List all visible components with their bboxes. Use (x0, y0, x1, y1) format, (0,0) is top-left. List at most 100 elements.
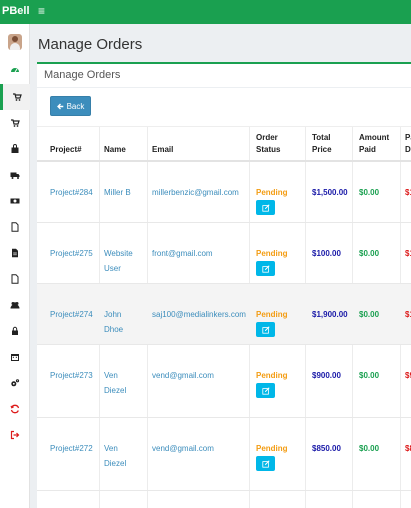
edit-icon (261, 459, 270, 468)
table-row: Project#284 Miller B millerbenzic@gmail.… (37, 162, 411, 223)
column-header-amount-paid-line1: Amount (359, 133, 390, 142)
amount-paid: $0.00 (359, 310, 380, 319)
customer-name: Ven Diezel (104, 441, 126, 471)
edit-status-button[interactable] (256, 261, 275, 276)
customer-name-line1: John (104, 310, 122, 319)
column-header-order-status-line1: Order (256, 133, 278, 142)
column-header-project[interactable]: Project# (50, 144, 82, 156)
customer-name: Website User (104, 246, 133, 276)
column-header-total-price-line2: Price (312, 145, 332, 154)
column-header-amount-paid-line2: Paid (359, 145, 376, 154)
top-navbar: PBell ≡ (0, 0, 411, 24)
partial-due: $9 (405, 371, 411, 380)
customer-name-line1: Miller B (104, 188, 131, 197)
avatar[interactable] (8, 34, 22, 50)
table-row: Project#272 Ven Diezel vend@gmail.com Pe… (37, 418, 411, 491)
amount-paid: $0.00 (359, 371, 380, 380)
truck-icon[interactable] (0, 162, 30, 188)
orders-panel: Manage Orders Back Project# Name Email O… (37, 62, 411, 508)
status-badge: Pending (256, 188, 288, 197)
page-title: Manage Orders (38, 36, 143, 53)
customer-name: Ven Diezel (104, 368, 126, 398)
customer-name: Miller B (104, 185, 131, 200)
customer-name: John Dhoe (104, 307, 123, 337)
total-price: $1,900.00 (312, 310, 348, 319)
total-price: $100.00 (312, 249, 341, 258)
back-button[interactable]: Back (50, 96, 91, 116)
total-price: $900.00 (312, 371, 341, 380)
money-icon[interactable] (0, 188, 30, 214)
panel-title: Manage Orders (44, 69, 121, 81)
customer-name-line2: Diezel (104, 459, 127, 468)
file-icon[interactable] (0, 266, 30, 292)
edit-status-button[interactable] (256, 200, 275, 215)
lock-icon[interactable] (0, 318, 30, 344)
table-row: Project#274 John Dhoe saj100@medialinker… (37, 284, 411, 345)
column-header-total-price-line1: Total (312, 133, 331, 142)
sign-out-icon[interactable] (0, 422, 30, 448)
column-header-order-status[interactable]: Order Status (256, 132, 280, 156)
edit-status-button[interactable] (256, 456, 275, 471)
project-link[interactable]: Project#272 (50, 441, 93, 456)
column-header-amount-paid[interactable]: Amount Paid (359, 132, 389, 156)
brand-logo[interactable]: PBell (2, 5, 30, 17)
project-link[interactable]: Project#275 (50, 246, 93, 261)
column-header-partial-due-line1: Pa (405, 133, 411, 142)
amount-paid: $0.00 (359, 444, 380, 453)
customer-email: vend@gmail.com (152, 371, 214, 380)
cart-icon[interactable] (0, 110, 30, 136)
table-row: Project#273 Ven Diezel vend@gmail.com Pe… (37, 345, 411, 418)
refresh-icon[interactable] (0, 396, 30, 422)
arrow-left-icon (56, 103, 63, 109)
status-badge: Pending (256, 310, 288, 319)
status-badge: Pending (256, 444, 288, 453)
customer-email: vend@gmail.com (152, 444, 214, 453)
edit-status-button[interactable] (256, 322, 275, 337)
project-link[interactable]: Project#274 (50, 307, 93, 322)
column-header-order-status-line2: Status (256, 145, 281, 154)
file-icon[interactable] (0, 214, 30, 240)
total-price: $1,500.00 (312, 188, 348, 197)
column-header-total-price[interactable]: Total Price (312, 132, 332, 156)
sidebar-item-orders[interactable] (0, 84, 30, 110)
customer-name-line1: Ven (104, 444, 118, 453)
edit-icon (261, 386, 270, 395)
total-price: $850.00 (312, 444, 341, 453)
edit-status-button[interactable] (256, 383, 275, 398)
column-header-partial-due-line2: D (405, 145, 411, 154)
partial-due: $8 (405, 444, 411, 453)
customer-email: saj100@medialinkers.com (152, 310, 246, 319)
amount-paid: $0.00 (359, 188, 380, 197)
project-link[interactable]: Project#273 (50, 368, 93, 383)
partial-due: $1 (405, 310, 411, 319)
customer-name-line2: Dhoe (104, 325, 124, 334)
customer-name-line2: Diezel (104, 386, 127, 395)
amount-paid: $0.00 (359, 249, 380, 258)
edit-icon (261, 264, 270, 273)
customer-name-line1: Ven (104, 371, 118, 380)
hamburger-menu-icon[interactable]: ≡ (38, 4, 45, 18)
customer-name-line1: Website (104, 249, 133, 258)
edit-icon (261, 325, 270, 334)
column-header-partial-due[interactable]: Pa D (405, 132, 411, 156)
edit-icon (261, 203, 270, 212)
status-badge: Pending (256, 249, 288, 258)
customer-email: millerbenzic@gmail.com (152, 188, 239, 197)
shopping-bag-icon[interactable] (0, 136, 30, 162)
table-row: Project#275 Website User front@gmail.com… (37, 223, 411, 284)
dashboard-icon[interactable] (0, 57, 30, 83)
cogs-icon[interactable] (0, 370, 30, 396)
cart-icon (12, 93, 22, 101)
calendar-icon[interactable] (0, 344, 30, 370)
column-header-name[interactable]: Name (104, 144, 126, 156)
file-text-icon[interactable] (0, 240, 30, 266)
page-header: Manage Orders (30, 24, 411, 62)
back-button-label: Back (66, 101, 85, 111)
customer-email: front@gmail.com (152, 249, 213, 258)
partial-due: $1 (405, 249, 411, 258)
users-icon[interactable] (0, 292, 30, 318)
customer-name-line2: User (104, 264, 121, 273)
column-header-email[interactable]: Email (152, 144, 173, 156)
partial-due: $1 (405, 188, 411, 197)
project-link[interactable]: Project#284 (50, 185, 93, 200)
